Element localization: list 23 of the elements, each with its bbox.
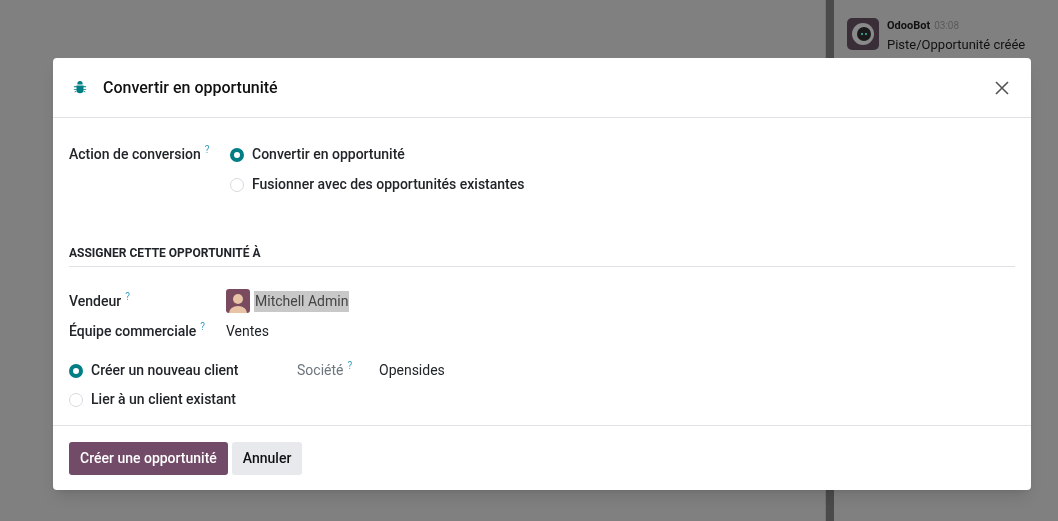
cancel-button[interactable]: Annuler — [231, 441, 303, 475]
dialog-title: Convertir en opportunité — [103, 76, 278, 99]
field-label: Société — [297, 362, 344, 378]
salesperson-value[interactable]: Mitchell Admin — [254, 290, 350, 312]
radio-label[interactable]: Créer un nouveau client — [91, 360, 239, 381]
bug-icon — [73, 80, 87, 95]
radio-label[interactable]: Lier à un client existant — [91, 389, 236, 410]
section-title: ASSIGNER CETTE OPPORTUNITÉ À — [69, 246, 261, 260]
message-body: Piste/Opportunité créée — [887, 35, 1026, 54]
team-value[interactable]: Ventes — [226, 321, 269, 342]
field-label: Équipe commerciale — [69, 323, 197, 339]
robot-avatar-icon — [847, 18, 879, 50]
radio-button[interactable] — [69, 363, 83, 378]
field-label: Vendeur — [69, 292, 122, 309]
radio-label[interactable]: Fusionner avec des opportunités existantes — [252, 174, 525, 195]
user-avatar-icon — [226, 289, 250, 313]
radio-label[interactable]: Convertir en opportunité — [252, 144, 405, 165]
author-name: OdooBot — [887, 18, 931, 34]
company-value[interactable]: Opensides — [379, 360, 445, 410]
field-label: Action de conversion — [69, 146, 201, 162]
radio-button[interactable] — [230, 147, 244, 162]
close-icon — [995, 80, 1009, 95]
create-button[interactable]: Créer une opportunité — [69, 441, 228, 475]
